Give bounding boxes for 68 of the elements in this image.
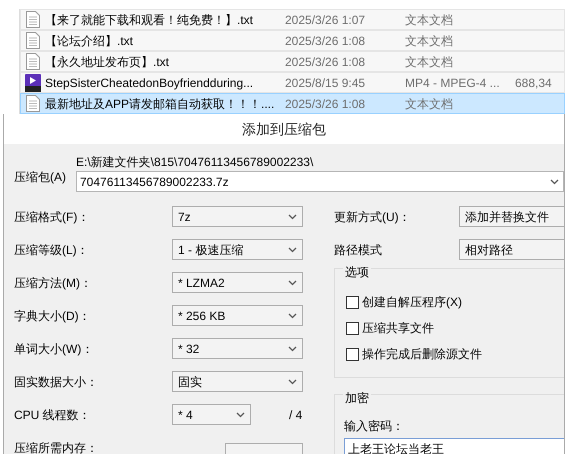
field-label: CPU 线程数： [14, 406, 92, 424]
group-title: 加密 [343, 391, 371, 405]
file-row[interactable]: 【来了就能下载和观看！纯免费！】.txt 2025/3/26 1:07 文本文档 [20, 9, 565, 30]
file-date: 2025/3/26 1:07 [285, 12, 366, 28]
file-type: 文本文档 [405, 32, 454, 50]
chevron-down-icon [288, 280, 297, 286]
archive-name-field[interactable]: 70476113456789002233.7z [76, 171, 564, 192]
file-type: 文本文档 [405, 12, 454, 28]
chevron-down-icon [288, 378, 297, 384]
field-label: 路径模式 [334, 242, 383, 258]
chevron-down-icon [550, 178, 559, 184]
dropdown[interactable]: 添加并替换文件 [459, 206, 564, 227]
dropdown[interactable]: 固实 [172, 371, 303, 392]
field-label: 字典大小(D)： [14, 308, 92, 324]
dropdown[interactable]: * 4 [172, 404, 251, 425]
field-label: 固实数据大小： [14, 374, 99, 390]
file-date: 2025/3/26 1:08 [285, 32, 366, 50]
password-label: 输入密码： [344, 418, 404, 435]
chevron-down-icon [236, 412, 245, 418]
chevron-down-icon [288, 214, 297, 220]
dropdown[interactable]: * 32 [172, 338, 303, 359]
dropdown[interactable]: 相对路径 [459, 239, 564, 260]
file-type: 文本文档 [405, 96, 454, 112]
field-label: 更新方式(U)： [334, 208, 412, 226]
file-date: 2025/3/26 1:08 [285, 54, 366, 70]
archive-label: 压缩包(A) [14, 169, 67, 186]
checkbox[interactable] [346, 322, 359, 334]
dropdown[interactable]: 7z [172, 206, 303, 227]
chevron-down-icon [288, 346, 297, 352]
file-type: 文本文档 [405, 54, 454, 70]
field-label: 压缩方法(M)： [14, 274, 93, 292]
group-title: 选项 [343, 265, 371, 279]
text-file-icon [26, 95, 40, 112]
file-row[interactable]: StepSisterCheatedonBoyfriendduring... 2025/8/15 9:45 MP4 - MPEG-4 ... 688,34 [20, 72, 565, 93]
archive-path: E:\新建文件夹\815\70476113456789002233\ [76, 154, 314, 171]
text-file-icon [26, 53, 40, 70]
checkbox-label: 操作完成后删除源文件 [362, 346, 482, 363]
text-file-icon [26, 32, 40, 49]
checkbox-label: 创建自解压程序(X) [362, 294, 462, 311]
file-date: 2025/3/26 1:08 [285, 96, 366, 112]
file-row[interactable]: 【论坛介绍】.txt 2025/3/26 1:08 文本文档 [20, 30, 565, 51]
checkbox[interactable] [346, 296, 359, 308]
chevron-down-icon [288, 312, 297, 318]
file-row[interactable]: 【永久地址发布页】.txt 2025/3/26 1:08 文本文档 [20, 51, 565, 72]
video-file-icon [25, 74, 41, 92]
field-label: 压缩等级(L)： [14, 242, 90, 258]
file-name: 【论坛介绍】.txt [45, 34, 134, 48]
file-row[interactable]: 最新地址及APP请发邮箱自动获取！！！.... 2025/3/26 1:08 文本文档 [20, 93, 565, 114]
file-name: StepSisterCheatedonBoyfriendduring... [45, 76, 254, 90]
chevron-down-icon [288, 246, 297, 252]
file-name: 【来了就能下载和观看！纯免费！】.txt [45, 12, 254, 26]
field-label: 压缩所需内存： [14, 440, 99, 454]
dropdown[interactable]: * 256 KB [172, 305, 303, 326]
thread-count-total: / 4 [289, 406, 302, 424]
file-name: 最新地址及APP请发邮箱自动获取！！！.... [45, 96, 274, 110]
file-size: 688,34 [515, 74, 552, 92]
password-field[interactable]: 上老王论坛当老王 [344, 438, 564, 454]
dropdown[interactable]: 1 - 极速压缩 [172, 239, 303, 260]
file-name: 【永久地址发布页】.txt [45, 54, 170, 68]
file-date: 2025/8/15 9:45 [285, 74, 366, 92]
checkbox[interactable] [346, 348, 359, 360]
dropdown[interactable]: * LZMA2 [172, 272, 303, 293]
text-file-icon [26, 11, 40, 28]
file-type: MP4 - MPEG-4 ... [405, 74, 501, 92]
checkbox-label: 压缩共享文件 [362, 320, 434, 337]
field-label: 压缩格式(F)： [14, 208, 90, 226]
field-label: 单词大小(W)： [14, 340, 94, 358]
window-title: 添加到压缩包 [242, 120, 326, 138]
